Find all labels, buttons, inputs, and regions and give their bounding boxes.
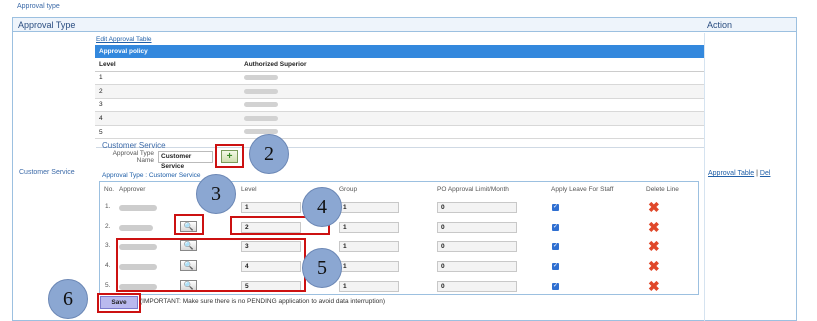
callout-5: 5: [302, 248, 342, 288]
label-line-1: Approval Type: [112, 150, 154, 157]
highlight-approver-rows: [116, 238, 306, 292]
po-limit-input[interactable]: 0: [437, 281, 517, 292]
section-divider: [96, 147, 704, 148]
po-limit-input[interactable]: 0: [437, 261, 517, 272]
delete-line-icon[interactable]: ✖: [648, 239, 660, 253]
delete-line-icon[interactable]: ✖: [648, 279, 660, 293]
policy-row: 1: [95, 71, 704, 86]
policy-row: 5: [95, 125, 704, 140]
policy-level: 1: [95, 71, 240, 86]
row-number: 2.: [105, 223, 111, 230]
delete-link[interactable]: Del: [760, 170, 771, 177]
approval-type-name-field[interactable]: Customer Service: [158, 151, 213, 170]
policy-row: 4: [95, 111, 704, 126]
label-line-2: Name: [136, 157, 154, 164]
col-header-apply-leave: Apply Leave For Staff: [551, 186, 614, 193]
column-divider: [704, 33, 705, 321]
policy-level: 3: [95, 98, 240, 113]
redacted-superior: [244, 75, 278, 81]
row-number: 1.: [105, 203, 111, 210]
group-input[interactable]: 1: [339, 281, 399, 292]
important-note: (IMPORTANT: Make sure there is no PENDIN…: [140, 298, 386, 305]
delete-line-icon[interactable]: ✖: [648, 259, 660, 273]
redacted-superior: [244, 88, 278, 94]
action-separator: |: [756, 170, 758, 177]
po-limit-input[interactable]: 0: [437, 202, 517, 213]
section-title-customer-service: Customer Service: [102, 141, 166, 150]
policy-row: 3: [95, 98, 704, 113]
policy-table-caption: Approval policy: [95, 45, 704, 58]
row-number: 3.: [105, 242, 111, 249]
col-header-level: Level: [241, 186, 257, 193]
col-header-approver: Approver: [119, 186, 146, 193]
policy-row: 2: [95, 84, 704, 99]
col-header-delete: Delete Line: [646, 186, 679, 193]
level-input[interactable]: 1: [241, 202, 301, 213]
row-number: 5.: [105, 282, 111, 289]
edit-approval-table-link[interactable]: Edit Approval Table: [96, 36, 152, 43]
policy-level: 4: [95, 111, 240, 126]
col-header-group: Group: [339, 186, 358, 193]
header-action: Action: [707, 20, 733, 30]
po-limit-input[interactable]: 0: [437, 222, 517, 233]
redacted-superior: [244, 102, 278, 108]
callout-4: 4: [302, 187, 342, 227]
redacted-approver-name: [119, 225, 153, 231]
apply-leave-checkbox[interactable]: ✓: [552, 224, 559, 231]
delete-line-icon[interactable]: ✖: [648, 200, 660, 214]
highlight-add-button: [215, 144, 244, 168]
apply-leave-checkbox[interactable]: ✓: [552, 204, 559, 211]
callout-3: 3: [196, 174, 236, 214]
group-input[interactable]: 1: [339, 241, 399, 252]
redacted-superior: [244, 115, 278, 121]
highlight-save-button: [97, 293, 141, 313]
policy-col-superior: Authorized Superior: [240, 58, 704, 72]
group-input[interactable]: 1: [339, 261, 399, 272]
callout-2: 2: [249, 134, 289, 174]
apply-leave-checkbox[interactable]: ✓: [552, 243, 559, 250]
policy-level: 2: [95, 84, 240, 99]
group-input[interactable]: 1: [339, 202, 399, 213]
group-input[interactable]: 1: [339, 222, 399, 233]
policy-col-level: Level: [95, 58, 240, 72]
callout-6: 6: [48, 279, 88, 319]
delete-line-icon[interactable]: ✖: [648, 220, 660, 234]
apply-leave-checkbox[interactable]: ✓: [552, 263, 559, 270]
header-approval-type: Approval Type: [18, 20, 76, 30]
table-header-bar: [13, 18, 796, 32]
apply-leave-checkbox[interactable]: ✓: [552, 283, 559, 290]
row-number: 4.: [105, 262, 111, 269]
approval-type-name-label: Approval Type Name: [108, 150, 154, 164]
approval-table-link[interactable]: Approval Table: [708, 170, 754, 177]
page-title: Approval type: [17, 3, 60, 10]
col-header-po-limit: PO Approval Limit/Month: [437, 186, 509, 193]
approval-policy-table: Approval policy Level Authorized Superio…: [95, 45, 704, 140]
highlight-lookup-button: [174, 214, 204, 235]
po-limit-input[interactable]: 0: [437, 241, 517, 252]
breadcrumb: Approval Type : Customer Service: [102, 172, 201, 179]
redacted-approver-name: [119, 205, 157, 211]
policy-level: 5: [95, 125, 240, 140]
col-header-no: No.: [104, 186, 115, 193]
row-label-customer-service: Customer Service: [19, 169, 75, 176]
action-links: Approval Table | Del: [708, 170, 770, 177]
